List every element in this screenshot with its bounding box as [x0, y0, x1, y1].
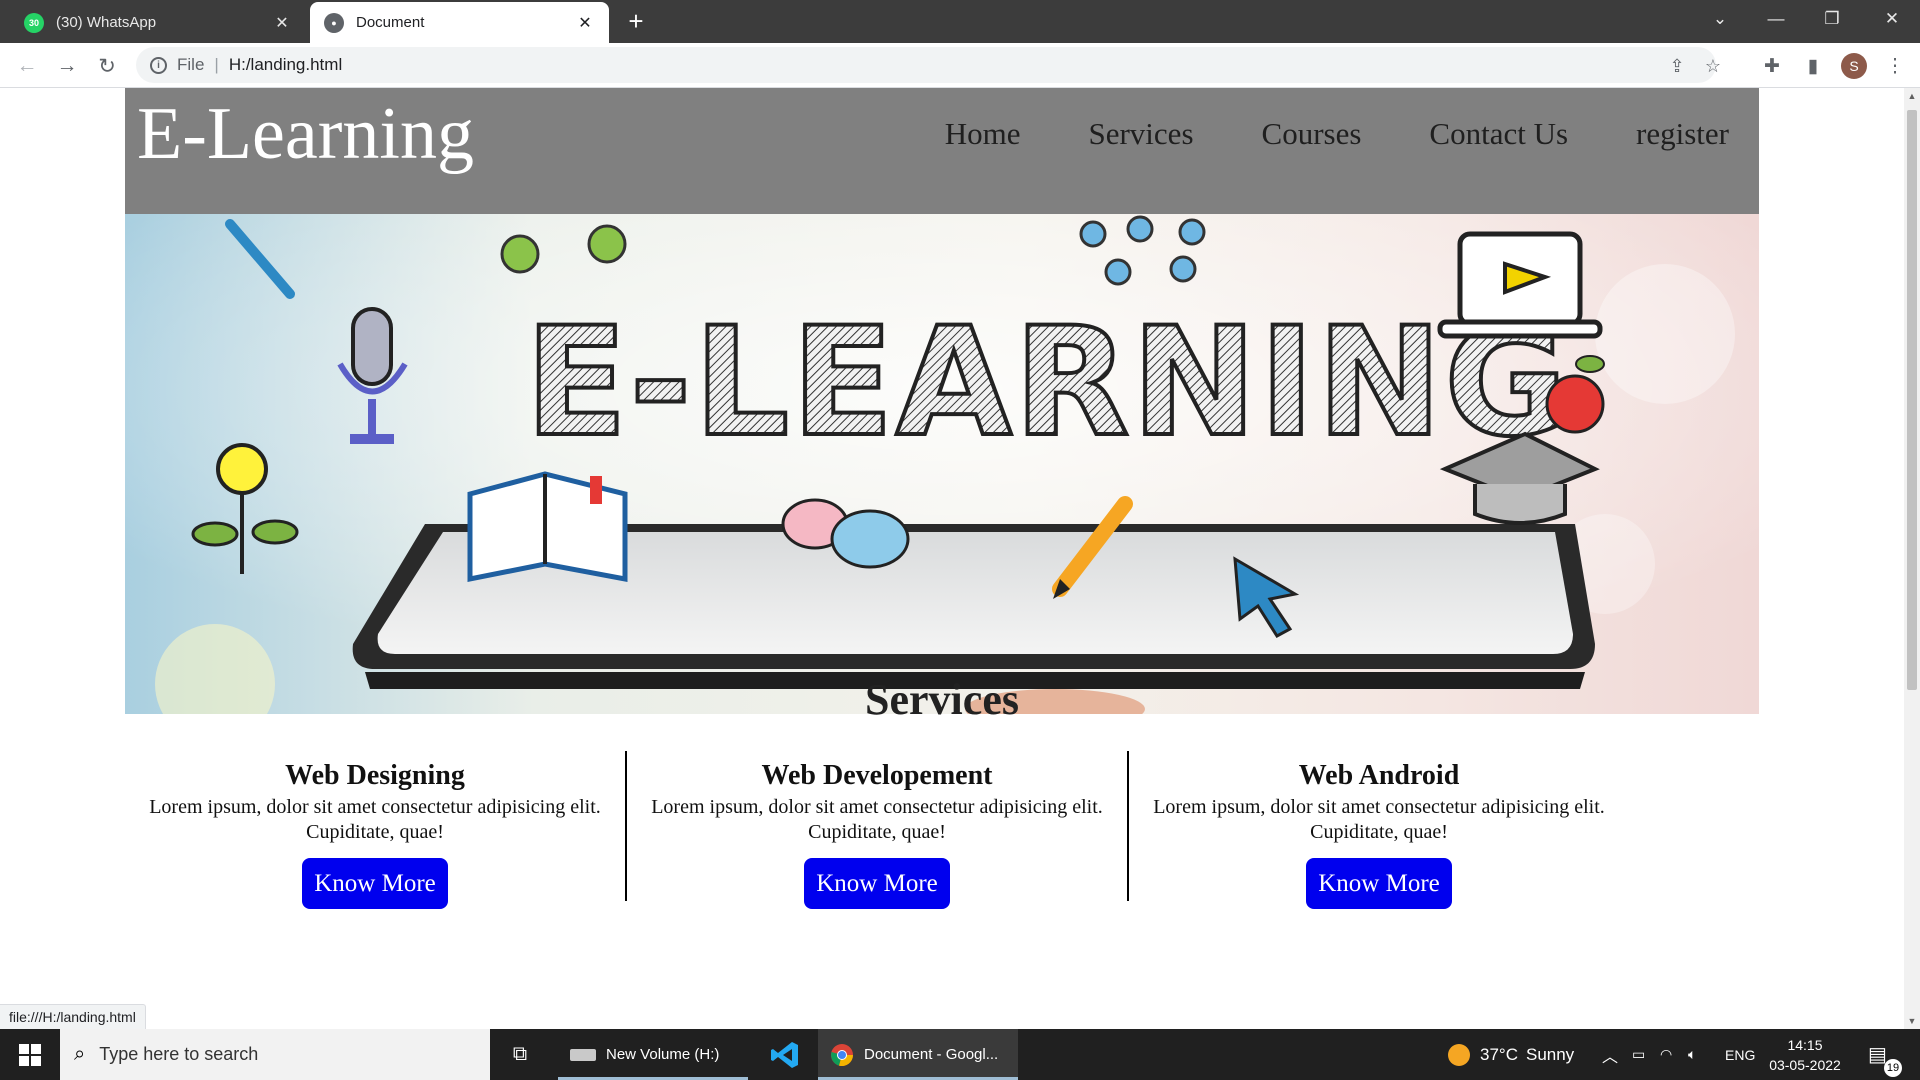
restore-button[interactable]: ❐: [1804, 0, 1860, 38]
start-button[interactable]: [0, 1029, 60, 1080]
address-url: H:/landing.html: [228, 55, 343, 74]
service-card-web-android: Web Android Lorem ipsum, dolor sit amet …: [1129, 751, 1629, 909]
browser-tab-strip: 30 (30) WhatsApp ✕ ● Document ✕ + ⌄ — ❐ …: [0, 0, 1920, 43]
hero-headline: E-LEARNING: [525, 296, 1569, 470]
site-brand: E-Learning: [137, 93, 474, 175]
weather-widget[interactable]: 37°C Sunny: [1448, 1029, 1574, 1080]
service-title: Web Developement: [761, 760, 993, 791]
scrollbar-thumb[interactable]: [1907, 110, 1917, 690]
status-bar-url: file:///H:/landing.html: [0, 1004, 146, 1029]
show-hidden-icons-icon[interactable]: ︿: [1602, 1029, 1618, 1080]
know-more-button[interactable]: Know More: [302, 858, 448, 909]
know-more-button[interactable]: Know More: [804, 858, 950, 909]
site-nav: Home Services Courses Contact Us registe…: [945, 116, 1729, 152]
drive-icon: [570, 1048, 596, 1061]
new-tab-button[interactable]: +: [622, 8, 650, 34]
profile-avatar[interactable]: S: [1841, 53, 1867, 79]
battery-icon[interactable]: ▭: [1632, 1029, 1645, 1080]
language-indicator[interactable]: ENG: [1725, 1029, 1755, 1080]
back-button[interactable]: ←: [12, 51, 42, 81]
services-title: Services: [865, 675, 1019, 724]
notification-center-icon[interactable]: ▤ 19: [1868, 1029, 1908, 1080]
task-view-icon[interactable]: ⧉: [505, 1029, 535, 1080]
nav-services-link[interactable]: Services: [1088, 116, 1193, 152]
service-description: Lorem ipsum, dolor sit amet consectetur …: [651, 796, 1103, 843]
nav-home-link[interactable]: Home: [945, 116, 1021, 152]
minimize-button[interactable]: —: [1748, 0, 1804, 38]
close-tab-icon[interactable]: ✕: [272, 13, 292, 33]
search-placeholder: Type here to search: [99, 1044, 259, 1064]
globe-icon: ●: [324, 12, 344, 33]
forward-button[interactable]: →: [52, 51, 82, 81]
taskbar-search-box[interactable]: ⌕ Type here to search: [60, 1029, 490, 1080]
tab-whatsapp[interactable]: 30 (30) WhatsApp ✕: [10, 2, 306, 43]
know-more-button[interactable]: Know More: [1306, 858, 1452, 909]
page-viewport: E-Learning Home Services Courses Contact…: [0, 88, 1904, 1029]
menu-icon[interactable]: ⋮: [1882, 53, 1908, 79]
taskbar-app-chrome[interactable]: Document - Googl...: [818, 1029, 1018, 1080]
share-icon[interactable]: ⇪: [1666, 55, 1688, 77]
weather-condition: Sunny: [1525, 1044, 1575, 1064]
extensions-icon[interactable]: ✚: [1759, 53, 1785, 79]
address-bar[interactable]: i File | H:/landing.html ⇪ ☆: [136, 47, 1721, 83]
clock-date: 03-05-2022: [1769, 1056, 1841, 1073]
service-description: Lorem ipsum, dolor sit amet consectetur …: [149, 796, 601, 843]
address-separator: |: [214, 55, 219, 74]
taskbar-app-label: Document - Googl...: [864, 1046, 999, 1063]
hero-illustration: E-LEARNING: [125, 214, 1759, 714]
scroll-down-arrow-icon[interactable]: ▼: [1904, 1013, 1920, 1029]
search-icon: ⌕: [74, 1043, 86, 1065]
taskbar-app-vscode[interactable]: [765, 1029, 805, 1080]
chrome-icon: [831, 1043, 853, 1066]
clock-time: 14:15: [1787, 1036, 1823, 1053]
clock[interactable]: 14:15 03-05-2022: [1765, 1029, 1845, 1080]
site-info-icon[interactable]: i: [150, 56, 167, 74]
side-panel-icon[interactable]: ▮: [1800, 53, 1826, 79]
hero-image: E-LEARNING: [125, 214, 1759, 714]
vscode-icon: [771, 1041, 798, 1068]
nav-register-link[interactable]: register: [1636, 116, 1729, 152]
address-scheme: File: [177, 55, 205, 74]
service-card-web-development: Web Developement Lorem ipsum, dolor sit …: [627, 751, 1127, 909]
tab-search-icon[interactable]: ⌄: [1692, 0, 1748, 38]
scroll-up-arrow-icon[interactable]: ▲: [1904, 88, 1920, 104]
reload-button[interactable]: ↻: [92, 51, 122, 81]
taskbar-app-label: New Volume (H:): [606, 1046, 720, 1063]
nav-contact-link[interactable]: Contact Us: [1429, 116, 1568, 152]
bookmark-star-icon[interactable]: ☆: [1702, 55, 1724, 77]
taskbar-app-file-explorer[interactable]: New Volume (H:): [558, 1029, 748, 1080]
whatsapp-icon: 30: [24, 12, 44, 33]
close-window-button[interactable]: ✕: [1864, 0, 1920, 38]
weather-temp: 37°C: [1480, 1044, 1518, 1064]
vertical-scrollbar[interactable]: ▲ ▼: [1904, 88, 1920, 1029]
windows-logo-icon: [19, 1043, 41, 1066]
taskbar: ⌕ Type here to search ⧉ New Volume (H:) …: [0, 1029, 1920, 1080]
service-description: Lorem ipsum, dolor sit amet consectetur …: [1153, 796, 1605, 843]
site-header: E-Learning Home Services Courses Contact…: [125, 88, 1759, 214]
tab-label: Document: [356, 14, 425, 31]
sun-icon: [1448, 1043, 1470, 1066]
service-title: Web Android: [1298, 760, 1460, 791]
tab-label: (30) WhatsApp: [56, 14, 157, 31]
service-title: Web Designing: [285, 760, 465, 791]
close-tab-icon[interactable]: ✕: [575, 13, 595, 33]
tab-document[interactable]: ● Document ✕: [310, 2, 609, 43]
service-card-web-designing: Web Designing Lorem ipsum, dolor sit ame…: [125, 751, 625, 909]
browser-toolbar: ← → ↻ i File | H:/landing.html ⇪ ☆ ✚ ▮ S…: [0, 43, 1920, 88]
notification-count-badge: 19: [1884, 1059, 1902, 1077]
nav-courses-link[interactable]: Courses: [1262, 116, 1362, 152]
network-icon[interactable]: ◠: [1660, 1029, 1672, 1080]
volume-icon[interactable]: 🔈︎: [1688, 1029, 1696, 1080]
